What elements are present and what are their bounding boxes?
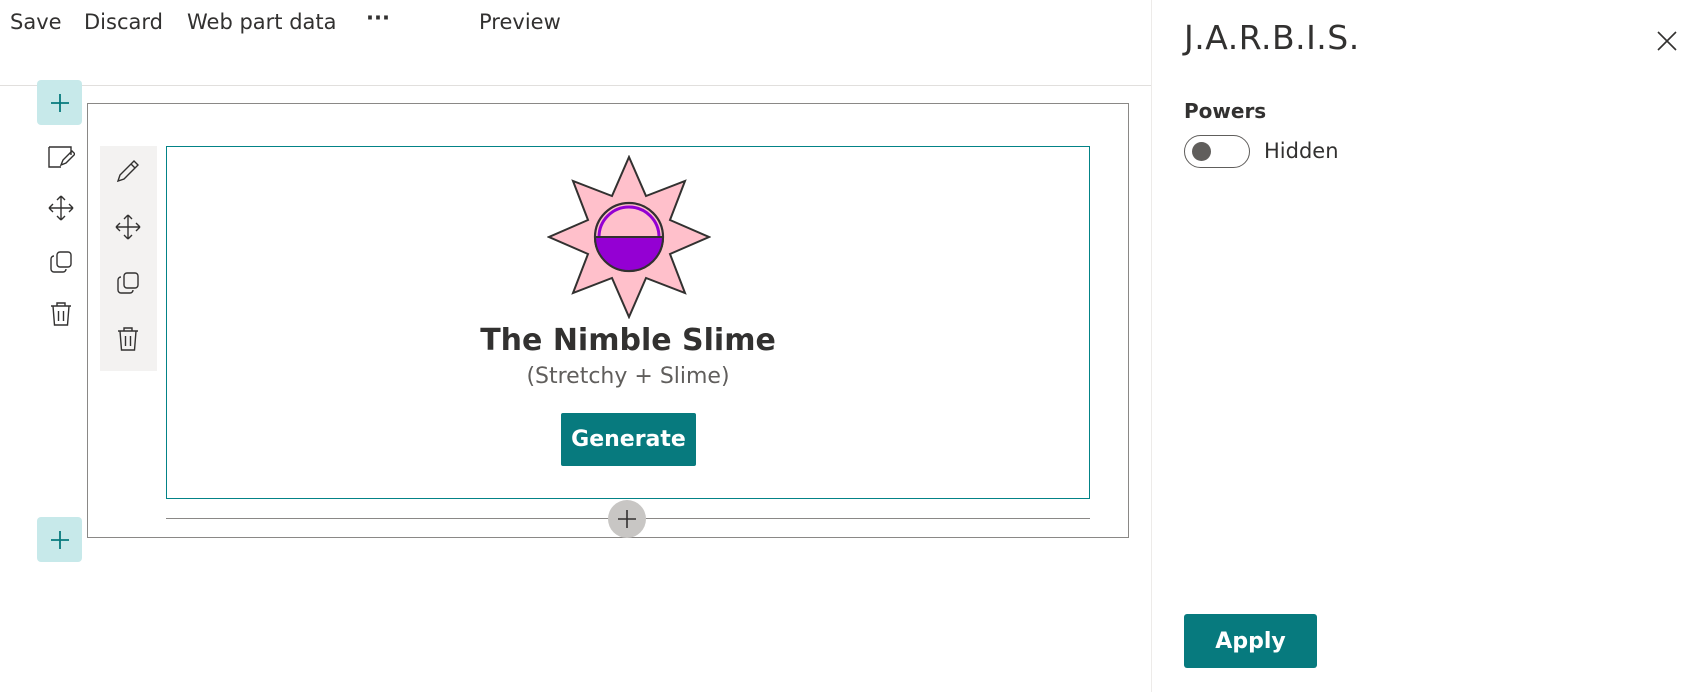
pencil-icon [116,160,139,183]
delete-web-part-button[interactable] [112,323,144,355]
generate-button[interactable]: Generate [561,413,696,466]
command-bar-divider [0,85,1151,86]
duplicate-web-part-button[interactable] [112,267,144,299]
plus-icon [50,93,69,112]
copy-icon [50,251,72,273]
apply-button[interactable]: Apply [1184,614,1317,668]
toggle-knob [1192,142,1211,161]
web-part-data-button[interactable]: Web part data [187,10,337,34]
close-pane-button[interactable] [1650,24,1684,58]
edit-web-part-button[interactable] [112,155,144,187]
plus-icon [618,510,636,528]
powers-label: Powers [1184,99,1267,123]
delete-section-button[interactable] [45,298,77,330]
move-web-part-button[interactable] [112,211,144,243]
preview-button[interactable]: Preview [479,10,561,34]
add-web-part-button[interactable] [608,500,646,538]
more-options-button[interactable]: ··· [366,6,390,30]
web-part-title: The Nimble Slime [480,323,776,358]
copy-icon [117,272,139,294]
property-pane-divider [1151,0,1152,692]
save-button[interactable]: Save [10,10,62,34]
duplicate-section-button[interactable] [45,246,77,278]
web-part-subtitle: (Stretchy + Slime) [526,364,730,389]
trash-icon [51,302,71,326]
move-section-button[interactable] [45,192,77,224]
powers-toggle-state: Hidden [1264,139,1339,163]
add-section-above-button[interactable] [37,80,82,125]
hero-emblem-icon [547,155,711,319]
move-icon [48,195,74,221]
plus-icon [50,530,69,549]
edit-section-button[interactable] [45,141,77,173]
trash-icon [118,327,138,351]
move-icon [115,214,141,240]
close-icon [1657,31,1677,51]
add-section-below-button[interactable] [37,517,82,562]
edit-section-icon [48,146,75,168]
property-pane-title: J.A.R.B.I.S. [1184,18,1360,57]
powers-toggle[interactable] [1184,135,1250,168]
discard-button[interactable]: Discard [84,10,163,34]
